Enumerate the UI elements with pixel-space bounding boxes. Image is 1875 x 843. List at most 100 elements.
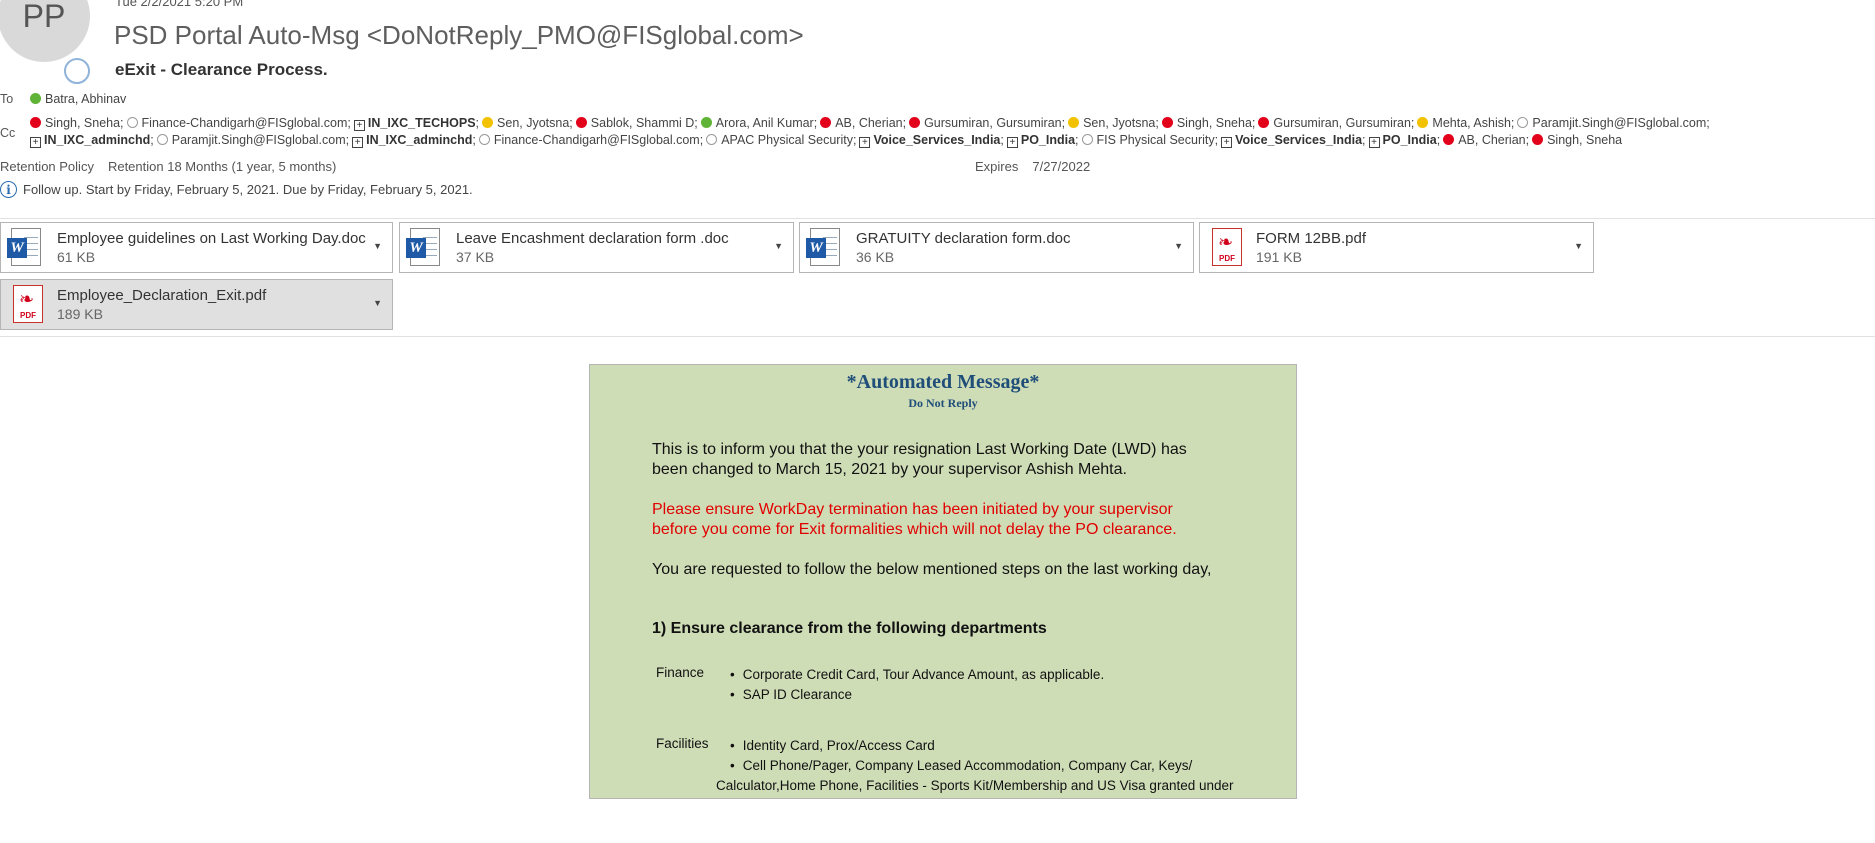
presence-red-icon [1532, 134, 1544, 145]
cc-recipient-name: Gursumiran, Gursumiran; [924, 116, 1066, 130]
retention-label: Retention Policy [0, 159, 94, 174]
cc-recipient[interactable]: Mehta, Ashish; [1417, 116, 1514, 130]
cc-recipient[interactable]: AB, Cherian; [820, 116, 906, 130]
cc-recipient[interactable]: Gursumiran, Gursumiran; [909, 116, 1065, 130]
cc-recipient[interactable]: APAC Physical Security; [706, 133, 856, 147]
presence-empty-icon [1517, 117, 1529, 128]
cc-recipient-name: Voice_Services_India [1235, 133, 1363, 147]
chevron-down-icon[interactable]: ▼ [1574, 241, 1583, 251]
separator: ; [1362, 133, 1366, 147]
expand-group-icon: + [1006, 137, 1018, 148]
attachment-tile[interactable]: W Leave Encashment declaration form .doc 3… [399, 222, 794, 273]
cc-recipient-name: Arora, Anil Kumar; [715, 116, 818, 130]
separator: ; [1000, 133, 1004, 147]
expires-label: Expires [975, 159, 1019, 174]
cc-recipient[interactable]: + PO_India; [1368, 133, 1441, 148]
word-doc-icon: W [406, 227, 444, 268]
chevron-down-icon[interactable]: ▼ [1174, 241, 1183, 251]
presence-yellow-icon [1417, 117, 1429, 128]
facilities-item: Cell Phone/Pager, Company Leased Accommo… [730, 756, 1234, 776]
presence-empty-icon [706, 134, 718, 145]
cc-recipient[interactable]: + PO_India; [1006, 133, 1079, 148]
cc-recipient[interactable]: Finance-Chandigarh@FISglobal.com; [126, 116, 351, 130]
cc-recipient-name: AB, Cherian; [835, 116, 907, 130]
cc-recipient-name: Sablok, Shammi D; [590, 116, 698, 130]
cc-recipient[interactable]: + IN_IXC_adminchd; [352, 133, 476, 148]
facilities-item-continued: Calculator,Home Phone, Facilities - Spor… [716, 778, 1234, 793]
cc-recipient[interactable]: Finance-Chandigarh@FISglobal.com; [478, 133, 703, 147]
retention-policy: Retention Policy Retention 18 Months (1 y… [0, 159, 336, 174]
cc-recipient-name: IN_IXC_adminchd [44, 133, 151, 147]
retention-value: Retention 18 Months (1 year, 5 months) [107, 159, 337, 174]
cc-recipient-name: Mehta, Ashish; [1432, 116, 1515, 130]
cc-recipient[interactable]: Singh, Sneha; [1161, 116, 1256, 130]
attachment-tile[interactable]: W GRATUITY declaration form.doc 36 KB ▼ [799, 222, 1194, 273]
attachment-size: 37 KB [456, 248, 495, 265]
word-doc-icon: W [806, 227, 844, 268]
cc-recipient[interactable]: Sen, Jyotsna; [1068, 116, 1159, 130]
cc-recipient-name: Singh, Sneha; [1176, 116, 1256, 130]
attachment-name: GRATUITY declaration form.doc [856, 229, 1071, 247]
cc-recipient[interactable]: FIS Physical Security; [1081, 133, 1218, 147]
cc-recipient[interactable]: + Voice_Services_India; [1221, 133, 1366, 148]
cc-recipient[interactable]: Arora, Anil Kumar; [700, 116, 818, 130]
presence-yellow-icon [482, 117, 494, 128]
presence-empty-icon [126, 117, 138, 128]
cc-recipient[interactable]: Paramjit.Singh@FISglobal.com; [156, 133, 349, 147]
followup-text: Follow up. Start by Friday, February 5, … [23, 182, 473, 197]
pdf-icon: ❧ PDF [7, 284, 45, 325]
cc-recipient[interactable]: + IN_IXC_TECHOPS; [353, 116, 479, 131]
chevron-down-icon[interactable]: ▼ [774, 241, 783, 251]
message-body: *Automated Message* Do Not Reply This is… [589, 364, 1297, 799]
sent-date: Tue 2/2/2021 5:20 PM [115, 0, 244, 9]
cc-recipient[interactable]: Singh, Sneha; [30, 116, 124, 130]
presence-red-icon [1443, 134, 1455, 145]
expand-group-icon: + [30, 137, 41, 148]
cc-recipient[interactable]: Sen, Jyotsna; [482, 116, 573, 130]
cc-recipient[interactable]: + Voice_Services_India; [859, 133, 1004, 148]
expand-group-icon: + [352, 137, 364, 148]
presence-green-icon [700, 117, 712, 128]
to-recipient[interactable]: Batra, Abhinav [45, 92, 126, 106]
cc-recipient[interactable]: Paramjit.Singh@FISglobal.com; [1517, 116, 1710, 130]
cc-recipient[interactable]: + IN_IXC_adminchd; [30, 133, 154, 148]
cc-recipients-line-2: + IN_IXC_adminchd; Paramjit.Singh@FISgloba… [30, 133, 1625, 148]
header-divider [0, 218, 1875, 219]
finance-list: Corporate Credit Card, Tour Advance Amou… [730, 665, 1104, 705]
presence-red-icon [909, 117, 921, 128]
attachment-tile[interactable]: ❧ PDF Employee_Declaration_Exit.pdf 189 KB ▼ [0, 279, 393, 330]
attachment-tile[interactable]: ❧ PDF FORM 12BB.pdf 191 KB ▼ [1199, 222, 1594, 273]
presence-empty-icon [478, 134, 490, 145]
cc-recipient-name: Singh, Sneha; [45, 116, 124, 130]
attachment-tile[interactable]: W Employee guidelines on Last Working Day… [0, 222, 393, 273]
cc-recipient-name: Gursumiran, Gursumiran; [1273, 116, 1415, 130]
cc-recipient-name: IN_IXC_adminchd [366, 133, 473, 147]
chevron-down-icon[interactable]: ▼ [373, 241, 382, 251]
sender-name[interactable]: PSD Portal Auto-Msg <DoNotReply_PMO@FISg… [114, 20, 804, 51]
cc-recipients-line-1: Singh, Sneha; Finance-Chandigarh@FISgloba… [30, 116, 1713, 131]
chevron-down-icon[interactable]: ▼ [373, 298, 382, 308]
attachment-name: Employee_Declaration_Exit.pdf [57, 286, 267, 304]
attachment-name: Employee guidelines on Last Working Day.… [57, 229, 366, 247]
message-para-steps: You are requested to follow the below me… [652, 561, 1212, 578]
dept-facilities-label: Facilities [656, 736, 709, 751]
presence-red-icon [1258, 117, 1270, 128]
separator: ; [472, 133, 476, 147]
separator: ; [1436, 133, 1441, 147]
expand-group-icon: + [1221, 137, 1233, 148]
facilities-item: Identity Card, Prox/Access Card [730, 736, 1234, 756]
sender-avatar[interactable]: PP [0, 0, 90, 62]
message-para-lwd: This is to inform you that the your resi… [652, 441, 1187, 478]
cc-recipient[interactable]: Sablok, Shammi D; [575, 116, 698, 130]
presence-empty-icon [1081, 134, 1093, 145]
dept-finance-label: Finance [656, 665, 705, 680]
separator: ; [150, 133, 154, 147]
cc-recipient-name: PO_India [1382, 133, 1437, 147]
cc-recipient[interactable]: Singh, Sneha [1532, 133, 1622, 147]
separator: ; [1075, 133, 1079, 147]
cc-recipient[interactable]: Gursumiran, Gursumiran; [1258, 116, 1414, 130]
presence-red-icon [820, 117, 832, 128]
info-icon: i [0, 181, 17, 198]
cc-recipient[interactable]: AB, Cherian; [1443, 133, 1529, 147]
finance-item: Corporate Credit Card, Tour Advance Amou… [730, 665, 1104, 685]
